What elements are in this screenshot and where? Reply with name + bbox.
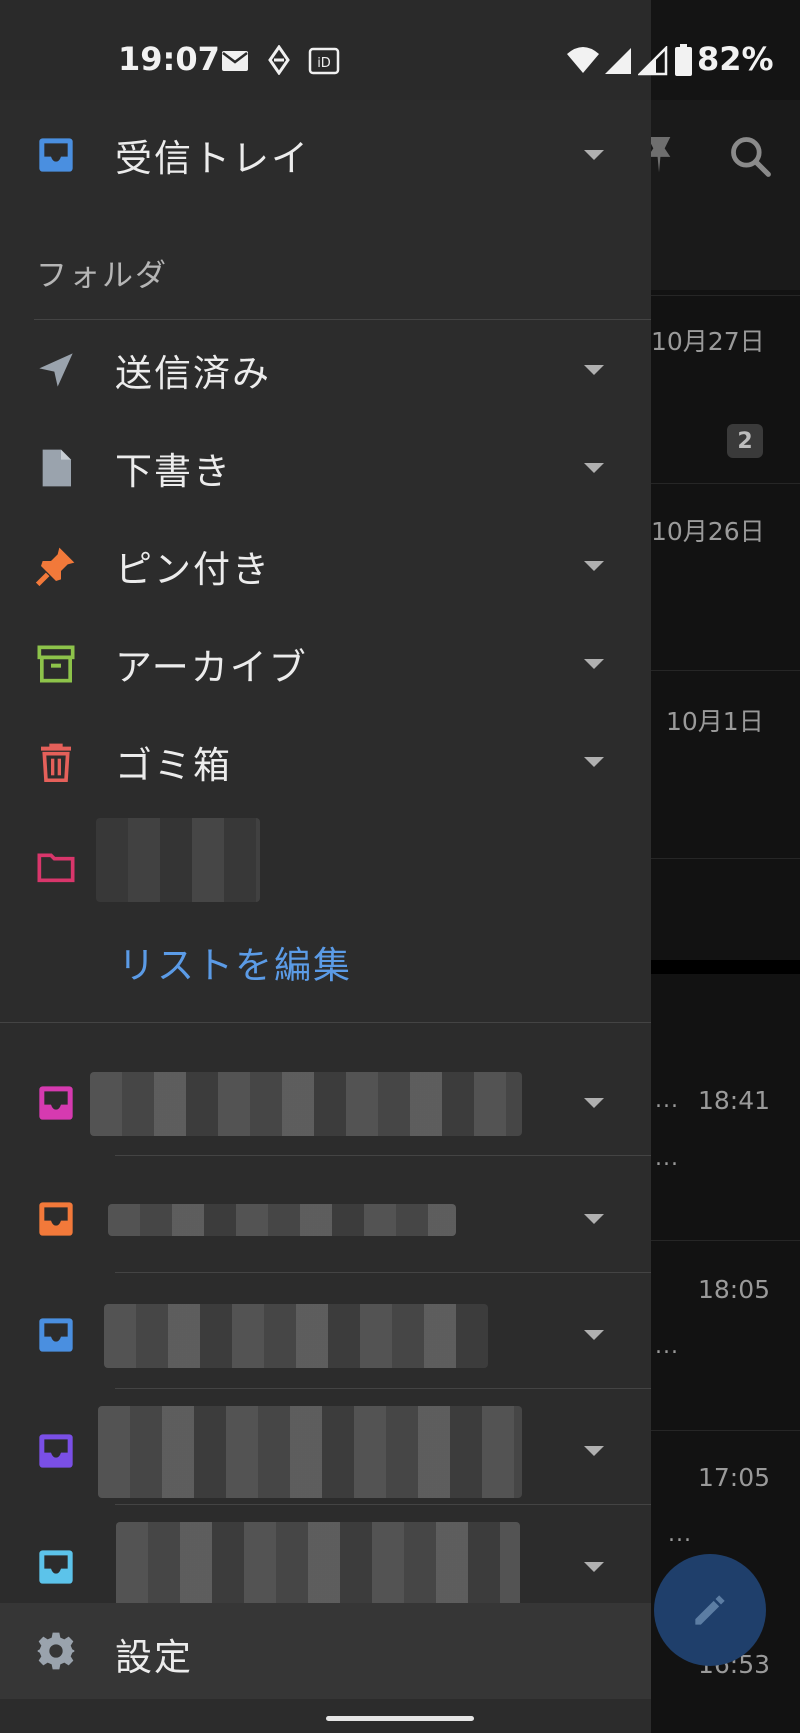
mail-time: 18:05 [698, 1275, 771, 1304]
inbox-icon [39, 1550, 73, 1584]
chevron-down-icon[interactable] [582, 1212, 606, 1226]
chevron-down-icon[interactable] [582, 363, 606, 377]
send-icon [39, 353, 73, 387]
chevron-down-icon[interactable] [582, 461, 606, 475]
account-item[interactable] [0, 1396, 651, 1506]
drawer-item-label: ゴミ箱 [115, 744, 232, 787]
inbox-icon [39, 1434, 73, 1468]
mail-date: 10月27日 [651, 327, 765, 356]
drawer-item-label: 送信済み [115, 352, 271, 395]
redacted-account-name [98, 1406, 522, 1498]
divider [115, 1504, 651, 1505]
wifi-icon [567, 47, 599, 73]
inbox-icon [39, 1318, 73, 1352]
divider [115, 1272, 651, 1273]
compose-button[interactable] [654, 1554, 766, 1666]
divider [115, 1155, 651, 1156]
section-separator [650, 960, 800, 974]
chevron-down-icon[interactable] [582, 1560, 606, 1574]
redacted-account-name [90, 1072, 522, 1136]
swap-icon [268, 45, 290, 75]
list-divider [650, 1430, 800, 1431]
mail-icon [222, 51, 248, 71]
search-icon[interactable] [728, 134, 772, 178]
folder-icon [37, 853, 75, 883]
battery-percent: 82% [697, 40, 774, 78]
chevron-down-icon[interactable] [582, 1444, 606, 1458]
list-divider [650, 858, 800, 859]
drawer-item-trash[interactable]: ゴミ箱 [0, 714, 651, 810]
list-divider [650, 670, 800, 671]
chevron-down-icon[interactable] [582, 755, 606, 769]
signal-icon [605, 48, 631, 74]
redacted-account-name [108, 1204, 456, 1236]
account-item[interactable] [0, 1048, 651, 1158]
inbox-icon [39, 1202, 73, 1236]
unread-count-badge: 2 [727, 424, 763, 458]
id-icon: iD [308, 47, 340, 75]
battery-icon [675, 44, 692, 76]
chevron-down-icon[interactable] [582, 1096, 606, 1110]
drawer-item-label: アーカイブ [115, 646, 308, 689]
inbox-icon [39, 138, 73, 172]
divider [34, 319, 651, 320]
drawer-item-inbox[interactable]: 受信トレイ [0, 107, 651, 203]
signal-icon-2 [638, 46, 668, 76]
account-item[interactable] [0, 1164, 651, 1274]
svg-text:iD: iD [317, 56, 331, 71]
divider [0, 1022, 651, 1023]
redacted-folder-name [96, 818, 260, 902]
mail-snippet-ellipsis: ... [655, 1334, 679, 1359]
mail-date: 10月1日 [666, 707, 764, 736]
edit-list-link[interactable]: リストを編集 [118, 935, 352, 989]
redacted-account-name [116, 1522, 520, 1616]
draft-icon [42, 449, 71, 487]
pencil-icon [695, 1595, 725, 1625]
chevron-down-icon[interactable] [582, 657, 606, 671]
settings-label: 設定 [115, 1636, 193, 1679]
archive-icon [37, 645, 75, 683]
gesture-nav-handle[interactable] [326, 1716, 474, 1721]
drawer-item-archive[interactable]: アーカイブ [0, 616, 651, 712]
chevron-down-icon[interactable] [582, 148, 606, 162]
mail-time: 18:41 [698, 1086, 771, 1115]
navigation-drawer: 受信トレイ フォルダ 送信済み 下書き ピン付き アーカイブ ゴミ箱 リストを編… [0, 100, 651, 1733]
mail-time: 17:05 [698, 1463, 771, 1492]
drawer-item-label: ピン付き [115, 548, 271, 591]
drawer-item-custom-folder[interactable] [0, 812, 651, 922]
account-item[interactable] [0, 1280, 651, 1390]
drawer-item-sent[interactable]: 送信済み [0, 322, 651, 418]
settings-item[interactable]: 設定 [0, 1603, 651, 1699]
redacted-account-name [104, 1304, 488, 1368]
mail-date: 10月26日 [651, 517, 765, 546]
mail-snippet-ellipsis: ... [655, 1088, 679, 1113]
mail-snippet-ellipsis: ... [668, 1522, 692, 1547]
drawer-item-label: 下書き [115, 450, 232, 493]
list-divider [650, 295, 800, 296]
inbox-icon [39, 1086, 73, 1120]
status-bar: 19:07 iD [0, 0, 651, 100]
gear-icon [37, 1632, 75, 1670]
divider [115, 1388, 651, 1389]
pin-icon [36, 547, 75, 586]
folders-section-title: フォルダ [36, 258, 168, 294]
drawer-item-label: 受信トレイ [115, 137, 310, 180]
chevron-down-icon[interactable] [582, 1328, 606, 1342]
list-divider [650, 483, 800, 484]
mail-snippet-ellipsis: ... [655, 1146, 679, 1171]
trash-icon [41, 743, 71, 782]
list-divider [650, 1240, 800, 1241]
status-time: 19:07 [118, 40, 220, 78]
drawer-item-pinned[interactable]: ピン付き [0, 518, 651, 614]
drawer-item-drafts[interactable]: 下書き [0, 420, 651, 516]
chevron-down-icon[interactable] [582, 559, 606, 573]
